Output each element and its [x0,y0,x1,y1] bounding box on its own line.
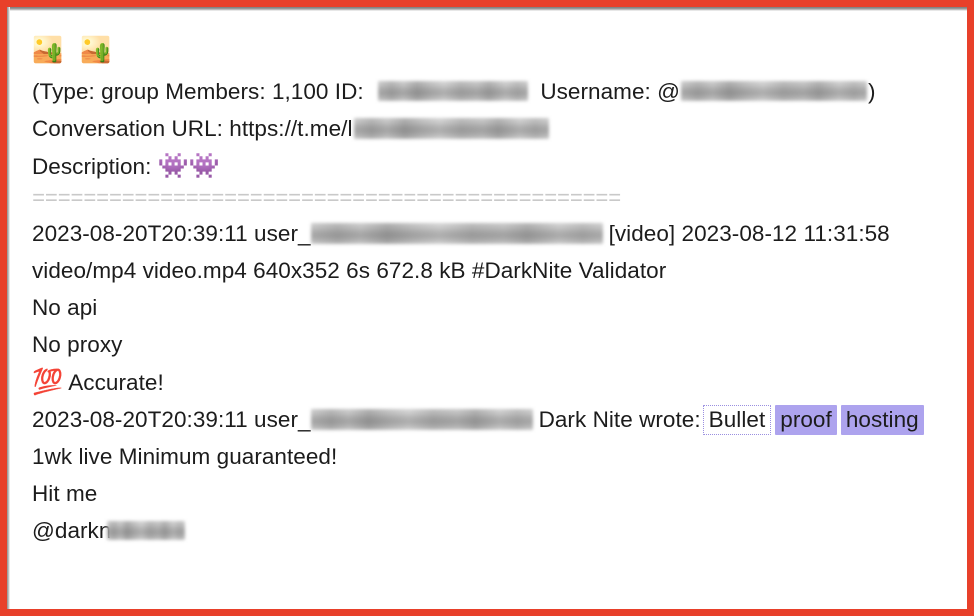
message-user-prefix: user_ [254,407,311,432]
separator-rule: ========================================… [32,187,621,212]
search-highlight-active[interactable]: Bullet [702,405,772,435]
message-user-redaction [310,222,603,244]
search-highlight[interactable]: hosting [840,405,924,435]
message-line-hit-me: Hit me [32,481,98,506]
conversation-url-redaction [353,117,549,139]
desert-emoji: 🏜️ [32,35,69,64]
username-label: Username: @ [540,79,681,104]
message-text-line: 2023-08-20T20:39:11 user_ Dark Nite wrote… [32,401,937,438]
caption-suffix: Validator [578,258,667,283]
description-line: Description: 👾👾 [32,147,967,185]
document-body: 🏜️ 🏜️ (Type: group Members: 1,100 ID: Us… [10,11,967,609]
conversation-url-label: Conversation URL: [32,116,223,141]
attachment-tag: [video] [608,221,676,246]
clipped-next-line [29,599,957,609]
message-user-prefix: user_ [254,221,311,246]
caption-line-no-proxy: No proxy [32,332,123,357]
attachment-date: 2023-08-12 [681,221,798,246]
attachment-time: 11:31:58 [803,221,890,246]
caption-line-no-api: No api [32,295,98,320]
message-author: Dark Nite [538,407,633,432]
search-highlight[interactable]: proof [775,405,837,435]
attachment-duration: 6s [346,258,371,283]
message-handle-line: @darkn [32,512,967,549]
conversation-url-line: Conversation URL: https://t.me/l [32,110,967,147]
message-timestamp: 2023-08-20T20:39:11 [32,407,248,432]
header-emoji-line: 🏜️ 🏜️ [32,33,967,73]
attachment-file-name: video.mp4 [142,258,247,283]
group-id-redaction [378,81,529,102]
group-meta-prefix: (Type: group Members: 1,100 ID: [32,79,364,104]
attachment-resolution: 640x352 [253,258,340,283]
accurate-text: Accurate! [68,370,164,395]
message-user-redaction [310,408,533,430]
message-handle-prefix[interactable]: @darkn [32,518,111,543]
hundred-points-emoji: 💯 [32,367,64,396]
group-meta-suffix: ) [868,79,876,104]
alien-monster-emoji: 👾👾 [157,151,221,180]
group-meta-line: (Type: group Members: 1,100 ID: Username… [32,73,967,110]
message-video-line: 2023-08-20T20:39:11 user_ [video] 2023-08… [32,215,937,289]
message-line-guaranteed: 1wk live Minimum guaranteed! [32,444,338,469]
caption-hashtag[interactable]: #DarkNite [472,258,572,283]
attachment-mime-type: video/mp4 [32,258,137,283]
clipped-next-line-text [29,599,957,609]
caption-line-accurate: 💯 Accurate! [32,363,967,401]
conversation-url-value[interactable]: https://t.me/l [229,116,352,141]
username-redaction [681,81,868,102]
desert-emoji: 🏜️ [80,35,117,64]
message-timestamp: 2023-08-20T20:39:11 [32,221,248,246]
message-handle-redaction [107,520,186,540]
wrote-label: wrote: [639,407,701,432]
screenshot-frame: 🏜️ 🏜️ (Type: group Members: 1,100 ID: Us… [0,0,974,616]
attachment-file-size: 672.8 kB [376,258,466,283]
description-label: Description: [32,154,152,179]
